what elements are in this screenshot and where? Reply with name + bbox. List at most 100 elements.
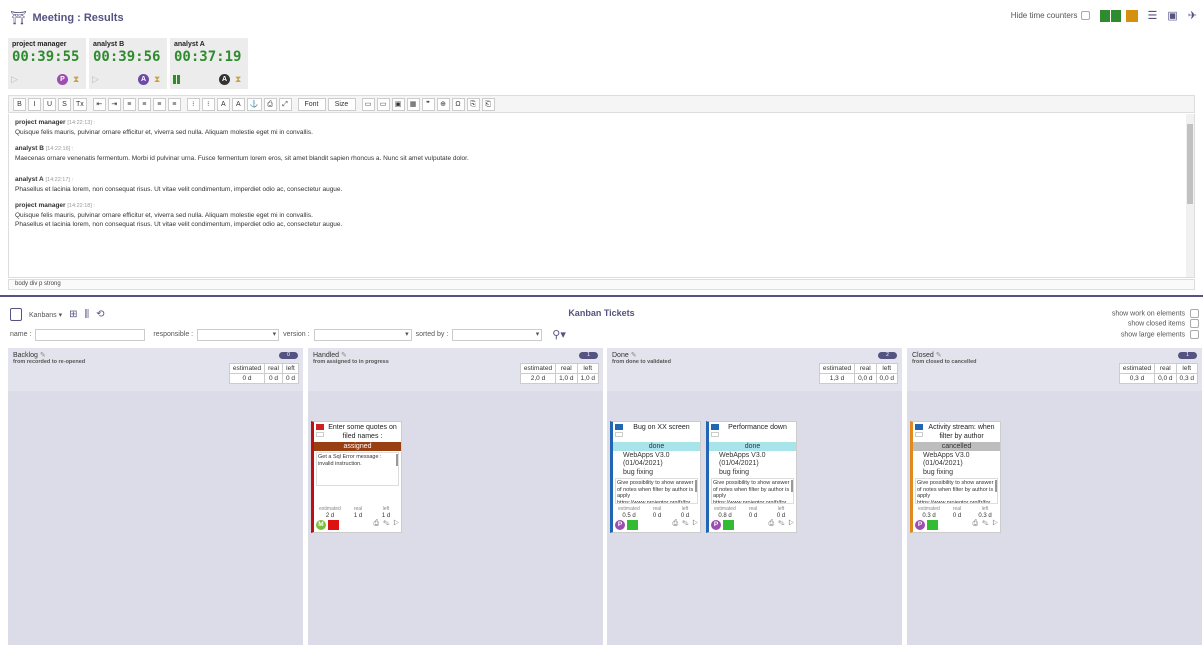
- toolbar-button[interactable]: ⇥: [107, 97, 121, 111]
- toolbar-button[interactable]: ⁝: [201, 97, 215, 111]
- list-icon[interactable]: ☰: [1148, 9, 1158, 22]
- total-left: 0,0 d: [875, 373, 899, 384]
- card-estimates-labels: estimated real left: [714, 506, 785, 512]
- show-work-option[interactable]: show work on elements: [1112, 309, 1199, 319]
- ticket-type-icon: [316, 424, 324, 430]
- toolbar-button[interactable]: ⇤: [92, 97, 106, 111]
- toolbar-button[interactable]: ▭: [361, 97, 375, 111]
- toolbar-button[interactable]: ▭: [376, 97, 390, 111]
- toolbar-button[interactable]: ⤢: [278, 97, 292, 111]
- column-subtitle: from done to validated: [612, 359, 671, 365]
- total-estimated: 2,0 d: [519, 373, 557, 384]
- minute-text: Phasellus et lacinia lorem, non consequa…: [15, 221, 343, 228]
- card-type: bug fixing: [719, 469, 749, 476]
- toolbar-button[interactable]: A: [231, 97, 245, 111]
- minute-entry: project manager [14:22:13] : Quisque fel…: [15, 118, 1188, 137]
- editor-scrollbar[interactable]: [1186, 114, 1194, 277]
- kanbans-menu[interactable]: Kanbans ▾: [29, 311, 62, 319]
- toolbar-button[interactable]: ▣: [391, 97, 405, 111]
- status-badge: done: [613, 442, 700, 451]
- element-path: body div p strong: [8, 279, 1195, 290]
- card-actions[interactable]: ⎙ ✎ ▷: [673, 520, 699, 528]
- total-left: 1,0 d: [576, 373, 600, 384]
- card-actions[interactable]: ⎙ ✎ ▷: [374, 520, 400, 528]
- share-icon[interactable]: ⟲: [96, 309, 104, 320]
- toolbar-button[interactable]: B: [13, 97, 26, 111]
- card-title: Bug on XX screen: [613, 422, 700, 442]
- toolbar-button[interactable]: ≡: [122, 97, 136, 111]
- toolbar-button[interactable]: I: [28, 97, 41, 111]
- th-estimated: estimated: [228, 363, 266, 374]
- card-version: WebApps V3.0 (01/04/2021): [719, 452, 766, 467]
- kanban-icon: [10, 308, 22, 321]
- save-icon[interactable]: ▣: [1167, 9, 1177, 22]
- layout-switch[interactable]: [1099, 9, 1138, 22]
- toolbar-button[interactable]: ▦: [406, 97, 420, 111]
- counter-name: analyst A: [174, 41, 205, 48]
- edit-icon[interactable]: ✎: [631, 352, 637, 359]
- play-icon[interactable]: ▷: [11, 74, 18, 85]
- edit-icon[interactable]: ✎: [341, 352, 347, 359]
- toolbar-button[interactable]: S: [58, 97, 71, 111]
- th-estimated: estimated: [818, 363, 856, 374]
- column-title: Handled ✎: [313, 352, 347, 359]
- ticket-card[interactable]: Bug on XX screen done WebApps V3.0 (01/0…: [610, 421, 701, 533]
- sorted-by-select[interactable]: [452, 328, 543, 341]
- card-actions[interactable]: ⎙ ✎ ▷: [769, 520, 795, 528]
- status-badge: done: [709, 442, 796, 451]
- toolbar-button[interactable]: ≡: [167, 97, 181, 111]
- toolbar-button[interactable]: ⊕: [436, 97, 450, 111]
- name-input[interactable]: [35, 328, 146, 341]
- version-label: version :: [283, 331, 310, 338]
- toolbar-button[interactable]: ⎗: [481, 97, 495, 111]
- edit-icon[interactable]: ✎: [936, 352, 942, 359]
- th-estimated: estimated: [519, 363, 557, 374]
- responsible-select[interactable]: [197, 328, 280, 341]
- toolbar-button[interactable]: ⎘: [466, 97, 480, 111]
- column-body[interactable]: [8, 391, 303, 645]
- toolbar-button[interactable]: ⎙: [263, 97, 277, 111]
- toolbar-button[interactable]: Font: [297, 97, 326, 111]
- minute-entry: analyst A [14:22:17] : Phasellus et laci…: [15, 175, 1188, 194]
- ticket-card[interactable]: Enter some quotes on filed names : assig…: [311, 421, 402, 533]
- hide-time-counters-checkbox[interactable]: [1080, 11, 1090, 21]
- toolbar-button[interactable]: Tx: [73, 97, 87, 111]
- minutes-editor[interactable]: project manager [14:22:13] : Quisque fel…: [8, 114, 1195, 278]
- mail-icon: [915, 432, 923, 437]
- mail-icon: [615, 432, 623, 437]
- minute-time: [14:22:16] :: [45, 146, 74, 152]
- filter-icon[interactable]: ⚲▾: [552, 328, 566, 341]
- toolbar-button[interactable]: ⚓: [246, 97, 262, 111]
- counter-time: 00:37:19: [174, 49, 242, 65]
- card-footer: P ⎙ ✎ ▷: [915, 520, 999, 530]
- toolbar-button[interactable]: Ω: [451, 97, 465, 111]
- toolbar-button[interactable]: Size: [327, 97, 356, 111]
- splitter[interactable]: [0, 295, 1203, 297]
- card-description: Give possibility to show answer of notes…: [915, 478, 998, 504]
- avatar: P: [57, 74, 68, 85]
- toolbar-button[interactable]: ≡: [137, 97, 151, 111]
- toolbar-button[interactable]: ⁝: [186, 97, 200, 111]
- edit-icon[interactable]: ✎: [40, 352, 46, 359]
- columns-icon[interactable]: ⫼: [85, 309, 90, 320]
- toolbar-button[interactable]: ❞: [421, 97, 435, 111]
- ticket-card[interactable]: Activity stream: when filter by author c…: [910, 421, 1001, 533]
- play-icon[interactable]: ▷: [92, 74, 99, 85]
- minute-author: analyst A: [15, 176, 44, 183]
- card-actions[interactable]: ⎙ ✎ ▷: [973, 520, 999, 528]
- show-large-option[interactable]: show large elements: [1112, 329, 1199, 340]
- avatar: P: [915, 520, 925, 530]
- run-icon[interactable]: ✈: [1188, 9, 1197, 22]
- toolbar-button[interactable]: A: [216, 97, 230, 111]
- ticket-card[interactable]: Performance down done WebApps V3.0 (01/0…: [706, 421, 797, 533]
- version-select[interactable]: [313, 328, 412, 341]
- column-subtitle: from recorded to re-opened: [13, 359, 86, 365]
- card-version: WebApps V3.0 (01/04/2021): [923, 452, 970, 467]
- toolbar-button[interactable]: ≡: [152, 97, 166, 111]
- show-closed-option[interactable]: show closed items: [1112, 319, 1199, 329]
- total-real: 0 d: [264, 373, 283, 384]
- minute-text: Phasellus et lacinia lorem, non consequa…: [15, 186, 343, 193]
- toolbar-button[interactable]: U: [43, 97, 56, 111]
- add-kanban-icon[interactable]: ⊞: [69, 309, 77, 320]
- pause-icon[interactable]: [173, 75, 180, 84]
